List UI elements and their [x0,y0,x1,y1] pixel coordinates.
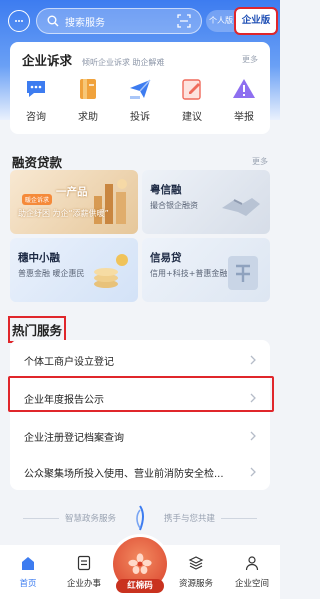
chevron-right-icon [250,355,256,365]
personal-version-tab[interactable]: 个人版 [206,10,236,32]
search-bar[interactable]: 搜索服务 [36,8,202,34]
document-icon [77,555,91,571]
enterprise-appeal-card: 企业诉求 倾听企业诉求 助企解难 更多 咨询 求助 投诉 建议 举报 [10,42,270,134]
search-placeholder: 搜索服务 [65,17,105,29]
tab-enterprise-affairs[interactable]: 企业办事 [56,545,112,599]
tab-enterprise-space[interactable]: 企业空间 [224,545,280,599]
loan-tile-sub: 助企纾困 为企“添薪供暖” [18,209,109,218]
send-icon [130,79,151,99]
hot-services-title: 热门服务 [7,316,67,343]
loan-more-link[interactable]: 更多 [252,156,268,167]
user-icon [245,556,259,571]
list-item-text: 企业注册登记档案查询 [24,432,124,444]
handshake-icon [222,198,260,216]
enterprise-version-tab[interactable]: 企业版 [234,7,278,35]
coin-stack-icon [94,254,128,288]
red-kapok-code-label: 红棉码 [116,579,164,593]
hot-services-list: 个体工商户设立登记 企业年度报告公示 企业注册登记档案查询 公众聚集场所投入使用… [10,340,270,490]
tab-home[interactable]: 首页 [0,545,56,599]
version-switch: 个人版 企业版 [206,7,278,35]
loan-section-title: 融资贷款 [12,155,63,170]
loan-tile-name: 穗中小融 [18,252,60,264]
home-icon [22,557,34,570]
list-item[interactable]: 个体工商户设立登记 [10,342,270,378]
tab-resource-services[interactable]: 资源服务 [168,545,224,599]
gov-logo-icon [136,505,144,531]
scan-icon[interactable] [177,14,191,28]
edit-note-icon [182,79,201,100]
appeal-title: 企业诉求 [22,53,73,68]
footer-right-text: 携手与您共建 [164,514,216,524]
chevron-right-icon [250,467,256,477]
appeal-suggest-label: 建议 [182,112,202,123]
highlight-box [8,376,274,412]
warning-icon [233,79,255,98]
list-item-text: 公众聚集场所投入使用、营业前消防安全检... [24,468,224,480]
search-icon [47,15,59,27]
tab-resource-services-label: 资源服务 [178,579,213,589]
loan-tile-name: 一产品 [56,186,88,198]
layers-icon [188,556,204,570]
appeal-complain-label: 投诉 [130,112,150,123]
footer-slogan: 智慧政务服务 携手与您共建 [0,503,280,533]
loan-tile-yuexinrong[interactable]: 粤信融 撮合银企融资 [142,170,270,234]
appeal-complain[interactable]: 投诉 [114,76,166,123]
appeal-more-link[interactable]: 更多 [242,54,258,65]
tab-enterprise-affairs-label: 企业办事 [66,579,101,589]
appeal-suggest[interactable]: 建议 [166,76,218,123]
footer-left-text: 智慧政务服务 [64,514,116,524]
loan-tile-suizhongxiao[interactable]: 穗中小融 普惠金融 暖企惠民 [10,238,138,302]
appeal-subtitle: 倾听企业诉求 助企解难 [82,58,165,67]
list-item[interactable]: 公众聚集场所投入使用、营业前消防安全检... [10,454,270,490]
tab-home-label: 首页 [19,579,37,589]
loan-tile-sub: 信用+科技+普惠金融 [150,269,228,278]
loan-tile-xinyidai[interactable]: 信易贷 信用+科技+普惠金融 [142,238,270,302]
chat-bubble-icon [27,81,45,97]
divider [22,517,59,519]
loan-grid: 暖企诉求 一产品 助企纾困 为企“添薪供暖” 粤信融 撮合银企融资 穗中小融 普… [10,170,270,302]
appeal-report-label: 举报 [234,112,254,123]
loan-tile-name: 信易贷 [150,252,182,264]
chevron-right-icon [250,431,256,441]
red-kapok-code-button[interactable]: 红棉码 [113,537,167,593]
appeal-report[interactable]: 举报 [218,76,270,123]
book-icon [80,79,96,99]
list-item[interactable]: 企业注册登记档案查询 [10,418,270,454]
divider [221,517,258,519]
kapok-flower-icon [128,553,152,574]
appeal-help-label: 求助 [78,112,98,123]
loan-tile-name: 粤信融 [150,184,182,196]
loan-badge: 暖企诉求 [22,194,53,205]
tab-enterprise-space-label: 企业空间 [234,579,269,589]
appeal-help[interactable]: 求助 [62,76,114,123]
loan-tile-sub: 普惠金融 暖企惠民 [18,269,85,278]
loan-tile-sub: 撮合银企融资 [150,201,198,210]
loan-tile-product[interactable]: 暖企诉求 一产品 助企纾困 为企“添薪供暖” [10,170,138,234]
message-icon[interactable] [8,10,30,32]
list-item-text: 个体工商户设立登记 [24,356,114,368]
appeal-consult-label: 咨询 [26,112,46,123]
appeal-consult[interactable]: 咨询 [10,76,62,123]
